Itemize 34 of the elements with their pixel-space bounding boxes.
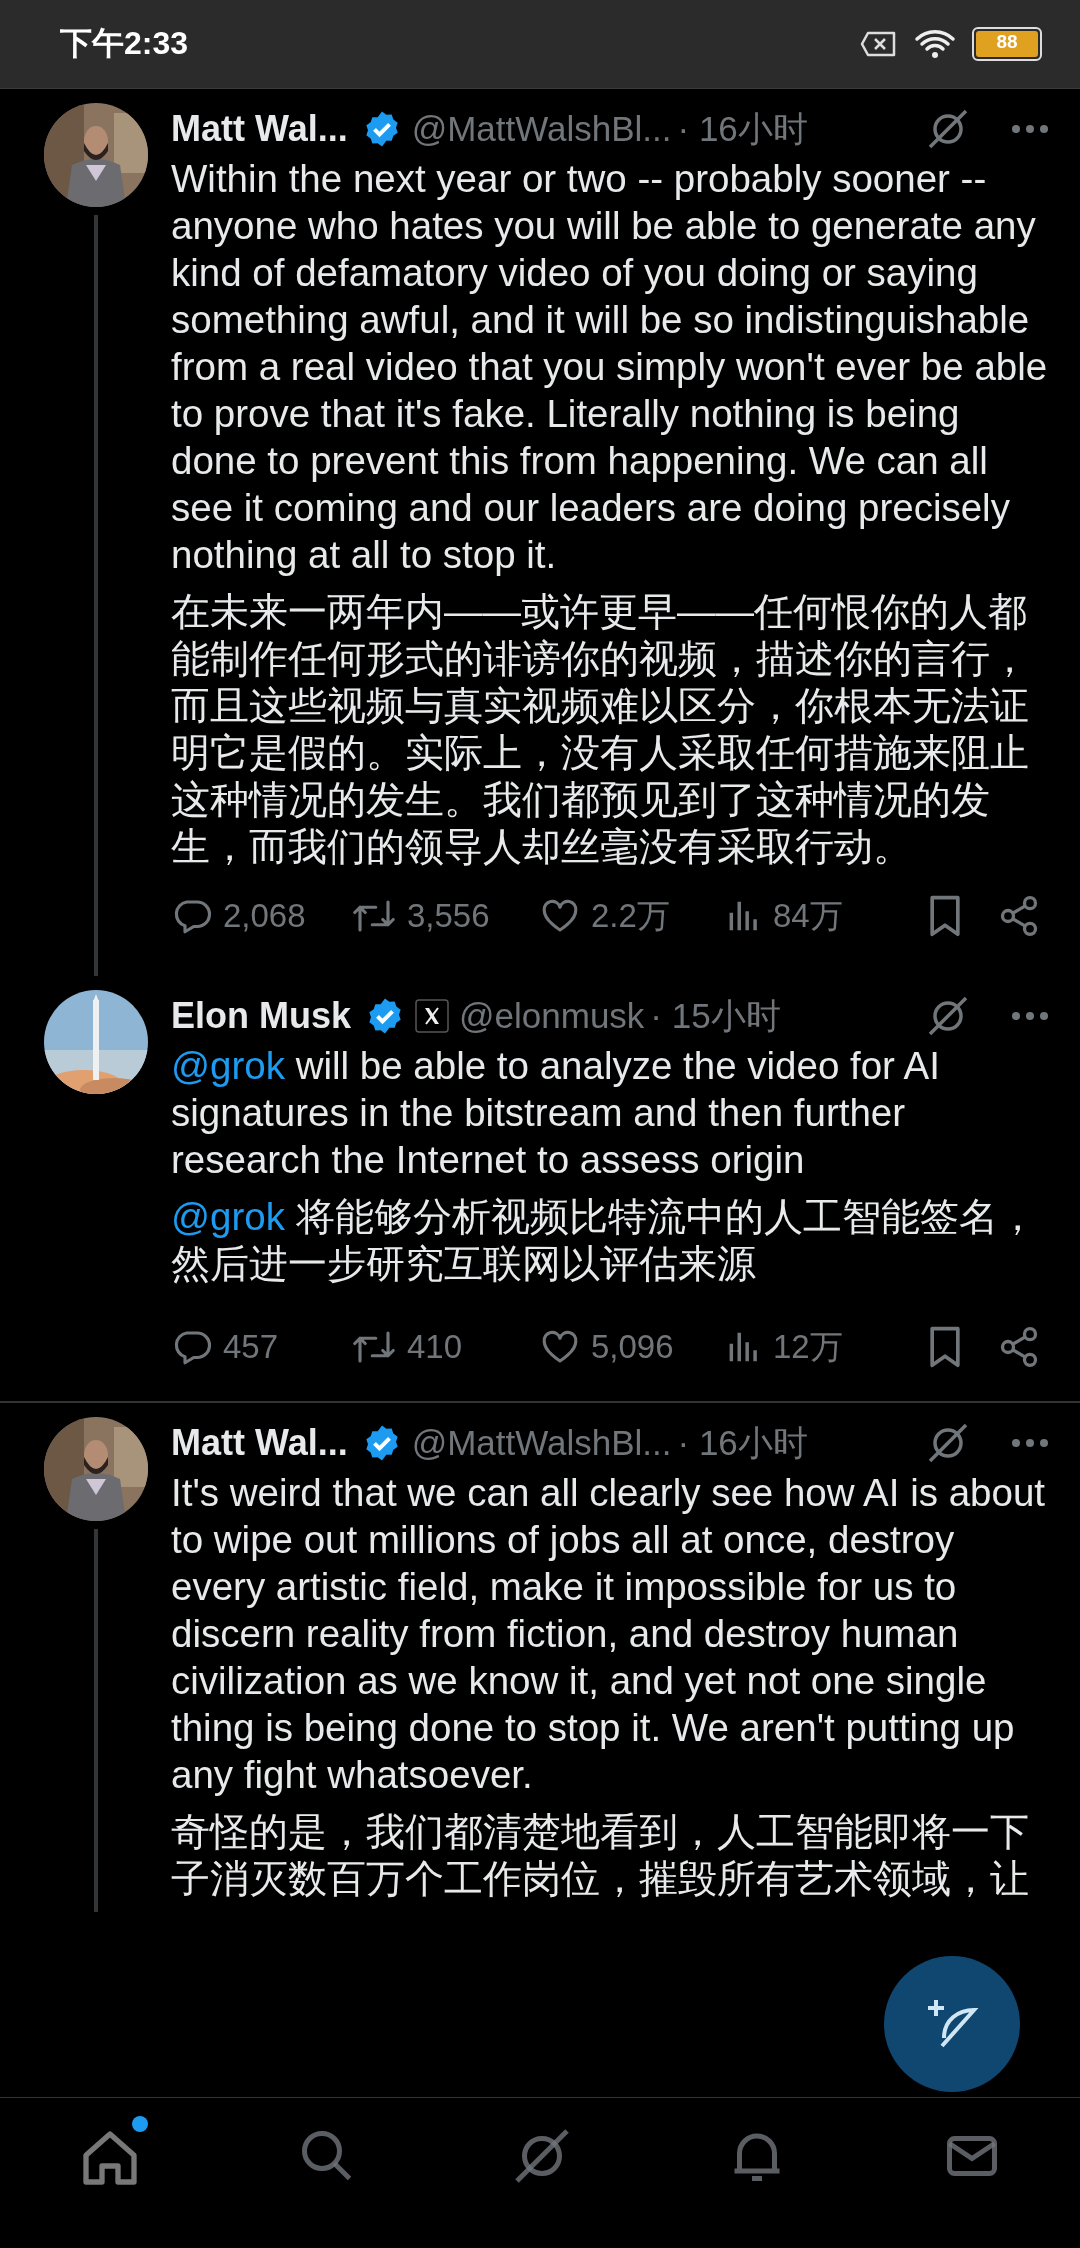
- status-time: 下午2:33: [60, 24, 189, 63]
- post-text: Within the next year or two -- probably sooner -- anyone who hates you will be able to generate any kind of defamatory video of you doing or saying something awful, and it will be so indistinguishable from a real video that you simply won't ever be able to prove that it's fake. Literally nothing is being done to prevent this from happening. We can all see it coming and our leaders are doing precisely nothing at all to stop it.: [171, 156, 1049, 578]
- wifi-icon: [914, 28, 956, 60]
- reply-count: 457: [223, 1328, 279, 1366]
- slashed-circle-icon[interactable]: [926, 994, 970, 1038]
- mention-link[interactable]: @grok: [171, 1195, 285, 1238]
- view-count: 84万: [773, 895, 843, 936]
- post-text: 奇怪的是，我们都清楚地看到，人工智能即将一下子消灭数百万个工作岗位，摧毁所有艺术领域，让: [171, 1809, 1030, 1902]
- post-text: @grok 将能够分析视频比特流中的人工智能签名，然后进一步研究互联网以评估来源: [171, 1194, 1038, 1287]
- post-time: · 16小时: [677, 1421, 808, 1464]
- view-count: 12万: [773, 1326, 843, 1367]
- author-name[interactable]: Matt Wal...: [171, 1422, 348, 1464]
- post-text: 在未来一两年内——或许更早——任何恨你的人都能制作任何形式的诽谤你的视频，描述你的言行，而且这些视频与真实视频难以区分，你根本无法证明它是假的。实际上，没有人采取任何措施来阻止这种情况的发生。我们都预见到了这种情况的发生，而我们的领导人却丝毫没有采取行动。: [171, 589, 1030, 870]
- author-handle[interactable]: @MattWalshBl...: [411, 109, 672, 149]
- post-time: · 15小时: [650, 994, 781, 1037]
- mention-link[interactable]: @grok: [171, 1044, 285, 1087]
- author-name[interactable]: Elon Musk: [171, 995, 352, 1037]
- like-count: 5,096: [591, 1328, 674, 1366]
- more-icon[interactable]: [1010, 123, 1050, 135]
- more-icon[interactable]: [1010, 1437, 1050, 1449]
- battery-level: 88: [976, 31, 1038, 57]
- slashed-circle-icon[interactable]: [926, 107, 970, 151]
- post-text: @grok will be able to analyze the video for AI signatures in the bitstream and then further research the Internet to assess origin: [171, 1043, 941, 1183]
- post-text: It's weird that we can all clearly see how AI is about to wipe out millions of jobs all at once, destroy every artistic field, make it impossible for us to discern reality from fiction, and destroy human civilization as we know it, and yet not one single thing is being done to stop it. We aren't putting up any fight whatsoever.: [171, 1470, 1047, 1798]
- author-handle[interactable]: @elonmusk: [459, 996, 645, 1036]
- like-count: 2.2万: [591, 895, 670, 936]
- more-icon[interactable]: [1010, 1010, 1050, 1022]
- reply-count: 2,068: [223, 897, 306, 935]
- author-handle[interactable]: @MattWalshBl...: [411, 1423, 672, 1463]
- post-time: · 16小时: [677, 107, 808, 150]
- repost-count: 3,556: [407, 897, 490, 935]
- repost-count: 410: [407, 1328, 463, 1366]
- author-name[interactable]: Matt Wal...: [171, 108, 348, 150]
- slashed-circle-icon[interactable]: [926, 1421, 970, 1465]
